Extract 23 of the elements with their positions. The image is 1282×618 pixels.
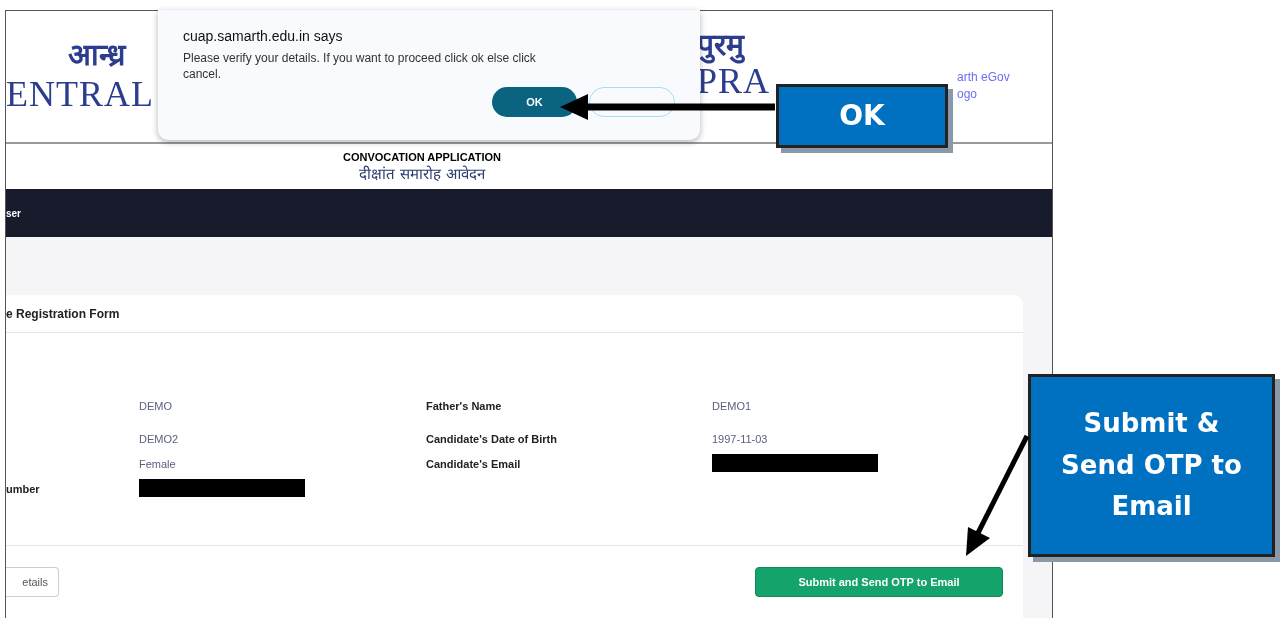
details-button[interactable]: etails <box>6 567 59 597</box>
field-value: DEMO2 <box>139 432 179 445</box>
university-name-hindi: आन्ध्र <box>67 36 125 73</box>
university-name: ENTRAL <box>6 72 154 116</box>
university-name: PRA <box>697 63 771 99</box>
logo-caption: arth eGov <box>957 69 1010 86</box>
field-value: DEMO <box>139 400 172 412</box>
field-value: Female <box>139 457 176 470</box>
ok-button[interactable]: OK <box>492 87 577 117</box>
field-label: umber <box>6 482 40 495</box>
nav-link[interactable]: ser <box>6 207 21 219</box>
page-title: CONVOCATION APPLICATION <box>342 150 502 163</box>
field-label: Father's Name <box>426 400 502 412</box>
field-label: Candidate's Email <box>426 457 521 470</box>
form-title: e Registration Form <box>6 306 120 321</box>
dialog-message: Please verify your details. If you want to proceed click ok else click cancel. <box>183 50 537 82</box>
logo-caption: ogo <box>957 85 978 102</box>
field-value: 1997-11-03 <box>712 432 768 445</box>
field-value: DEMO1 <box>712 400 752 412</box>
page-title-hindi: दीक्षांत समारोह आवेदन <box>359 163 485 183</box>
university-name-hindi: पुरमु <box>697 27 744 63</box>
field-label: Candidate's Date of Birth <box>426 432 557 445</box>
dialog-title: cuap.samarth.edu.in says <box>183 28 344 44</box>
